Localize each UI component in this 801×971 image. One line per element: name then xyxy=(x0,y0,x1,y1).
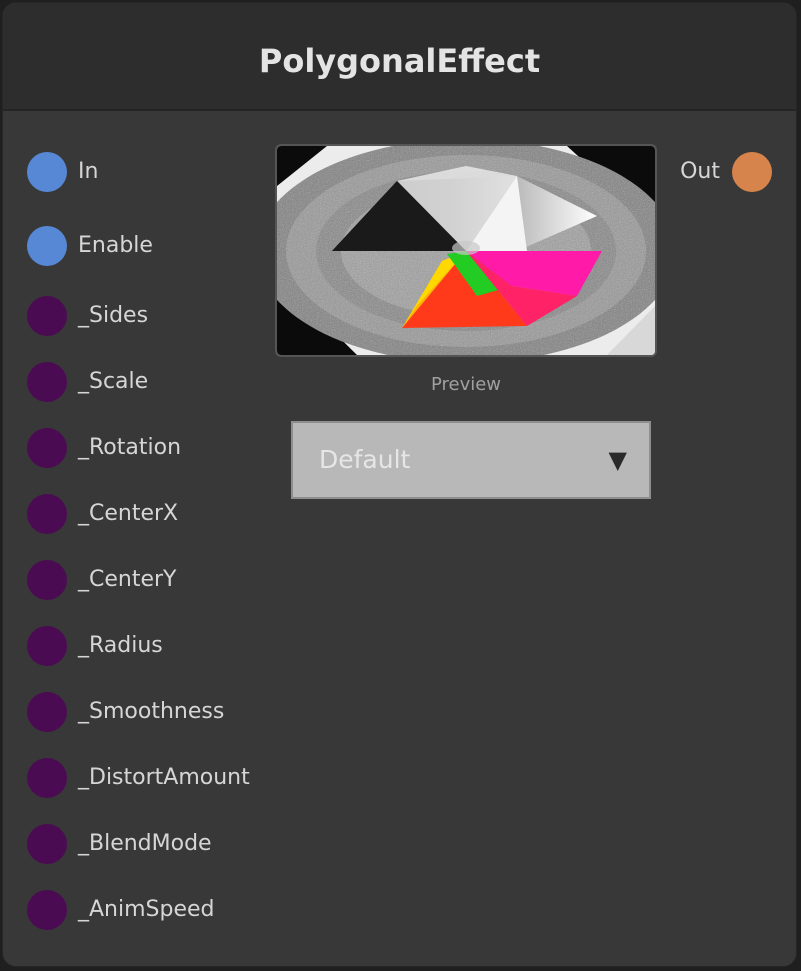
port-label: _AnimSpeed xyxy=(78,897,215,922)
input-port-distortamount[interactable]: _DistortAmount xyxy=(27,758,250,798)
triangle-down-icon: ▼ xyxy=(608,446,627,474)
port-label: _Rotation xyxy=(78,435,182,460)
port-connector-blendmode[interactable] xyxy=(27,824,67,864)
port-connector-rotation[interactable] xyxy=(27,428,67,468)
port-label: Out xyxy=(680,159,720,184)
port-connector-distortamount[interactable] xyxy=(27,758,67,798)
port-label: _BlendMode xyxy=(78,831,212,856)
port-label: _Smoothness xyxy=(78,699,225,724)
input-port-enable[interactable]: Enable xyxy=(27,226,153,266)
port-label: In xyxy=(78,159,99,184)
port-connector-in[interactable] xyxy=(27,152,67,192)
port-label: _Scale xyxy=(78,369,149,394)
port-label: Enable xyxy=(78,233,153,258)
input-port-blendmode[interactable]: _BlendMode xyxy=(27,824,212,864)
input-port-centery[interactable]: _CenterY xyxy=(27,560,176,600)
input-port-smoothness[interactable]: _Smoothness xyxy=(27,692,224,732)
port-label: _CenterX xyxy=(78,501,179,526)
input-port-radius[interactable]: _Radius xyxy=(27,626,163,666)
port-label: _DistortAmount xyxy=(78,765,250,790)
preview-render xyxy=(277,146,655,355)
dropdown-value: Default xyxy=(319,445,411,474)
port-connector-out[interactable] xyxy=(732,152,772,192)
port-label: _Sides xyxy=(78,303,149,328)
port-label: _Radius xyxy=(78,633,163,658)
port-connector-sides[interactable] xyxy=(27,296,67,336)
node-panel[interactable]: PolygonalEffect In Enable _Sides _Scale … xyxy=(2,2,797,967)
port-label: _CenterY xyxy=(78,567,177,592)
port-connector-radius[interactable] xyxy=(27,626,67,666)
port-connector-smoothness[interactable] xyxy=(27,692,67,732)
input-port-scale[interactable]: _Scale xyxy=(27,362,148,402)
port-connector-enable[interactable] xyxy=(27,226,67,266)
node-header[interactable]: PolygonalEffect xyxy=(3,3,796,111)
node-title: PolygonalEffect xyxy=(258,42,541,80)
input-port-rotation[interactable]: _Rotation xyxy=(27,428,181,468)
mode-dropdown[interactable]: Default ▼ xyxy=(291,421,651,499)
input-port-centerx[interactable]: _CenterX xyxy=(27,494,178,534)
output-port-out[interactable]: Out xyxy=(680,152,772,192)
input-port-sides[interactable]: _Sides xyxy=(27,296,148,336)
preview-caption: Preview xyxy=(430,374,502,395)
port-connector-centerx[interactable] xyxy=(27,494,67,534)
input-port-animspeed[interactable]: _AnimSpeed xyxy=(27,890,215,930)
port-connector-animspeed[interactable] xyxy=(27,890,67,930)
port-connector-scale[interactable] xyxy=(27,362,67,402)
preview-image xyxy=(275,144,657,357)
port-connector-centery[interactable] xyxy=(27,560,67,600)
input-port-in[interactable]: In xyxy=(27,152,98,192)
